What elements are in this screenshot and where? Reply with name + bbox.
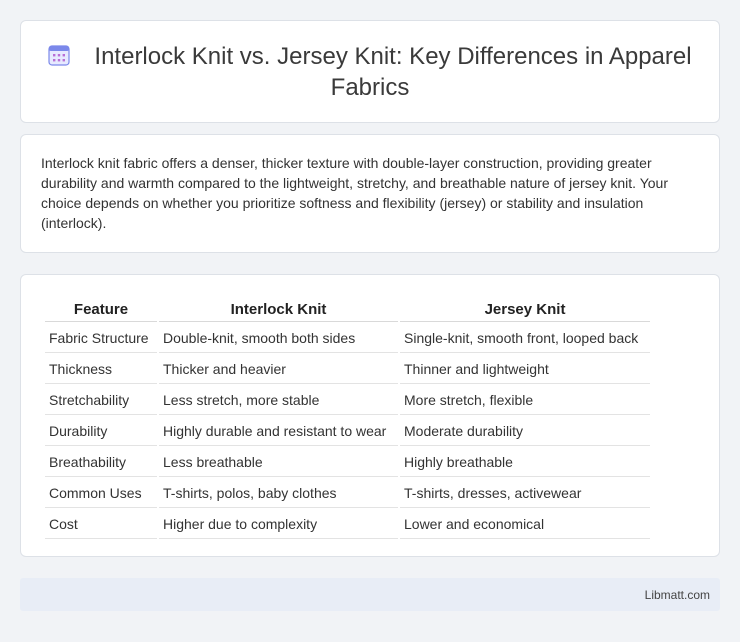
comparison-table: Feature Interlock Knit Jersey Knit Fabri… (43, 295, 652, 541)
cell-jersey: More stretch, flexible (400, 386, 650, 415)
cell-feature: Stretchability (45, 386, 157, 415)
cell-interlock: Thicker and heavier (159, 355, 398, 384)
cell-jersey: Highly breathable (400, 448, 650, 477)
footer-site-link[interactable]: Libmatt.com (645, 588, 710, 602)
summary-text: Interlock knit fabric offers a denser, t… (41, 155, 668, 231)
cell-interlock: Highly durable and resistant to wear (159, 417, 398, 446)
table-row: Thickness Thicker and heavier Thinner an… (45, 355, 650, 384)
cell-interlock: Less stretch, more stable (159, 386, 398, 415)
page-title-text: Interlock Knit vs. Jersey Knit: Key Diff… (94, 42, 692, 101)
footer: Libmatt.com (20, 578, 720, 611)
cell-jersey: Thinner and lightweight (400, 355, 650, 384)
cell-feature: Cost (45, 510, 157, 539)
header-feature: Feature (45, 297, 157, 322)
table-row: Stretchability Less stretch, more stable… (45, 386, 650, 415)
table-header-row: Feature Interlock Knit Jersey Knit (45, 297, 650, 322)
cell-jersey: Lower and economical (400, 510, 650, 539)
cell-feature: Thickness (45, 355, 157, 384)
page-title: Interlock Knit vs. Jersey Knit: Key Diff… (45, 41, 695, 103)
summary-card: Interlock knit fabric offers a denser, t… (20, 134, 720, 253)
table-row: Durability Highly durable and resistant … (45, 417, 650, 446)
cell-feature: Fabric Structure (45, 324, 157, 353)
cell-feature: Durability (45, 417, 157, 446)
cell-feature: Breathability (45, 448, 157, 477)
cell-interlock: Higher due to complexity (159, 510, 398, 539)
table-row: Cost Higher due to complexity Lower and … (45, 510, 650, 539)
cell-interlock: Less breathable (159, 448, 398, 477)
cell-feature: Common Uses (45, 479, 157, 508)
title-card: Interlock Knit vs. Jersey Knit: Key Diff… (20, 20, 720, 123)
cell-jersey: Moderate durability (400, 417, 650, 446)
table-row: Breathability Less breathable Highly bre… (45, 448, 650, 477)
header-jersey: Jersey Knit (400, 297, 650, 322)
cell-interlock: T-shirts, polos, baby clothes (159, 479, 398, 508)
calendar-icon (48, 44, 71, 66)
table-row: Fabric Structure Double-knit, smooth bot… (45, 324, 650, 353)
comparison-card: Feature Interlock Knit Jersey Knit Fabri… (20, 274, 720, 557)
table-row: Common Uses T-shirts, polos, baby clothe… (45, 479, 650, 508)
cell-jersey: Single-knit, smooth front, looped back (400, 324, 650, 353)
header-interlock: Interlock Knit (159, 297, 398, 322)
cell-interlock: Double-knit, smooth both sides (159, 324, 398, 353)
cell-jersey: T-shirts, dresses, activewear (400, 479, 650, 508)
